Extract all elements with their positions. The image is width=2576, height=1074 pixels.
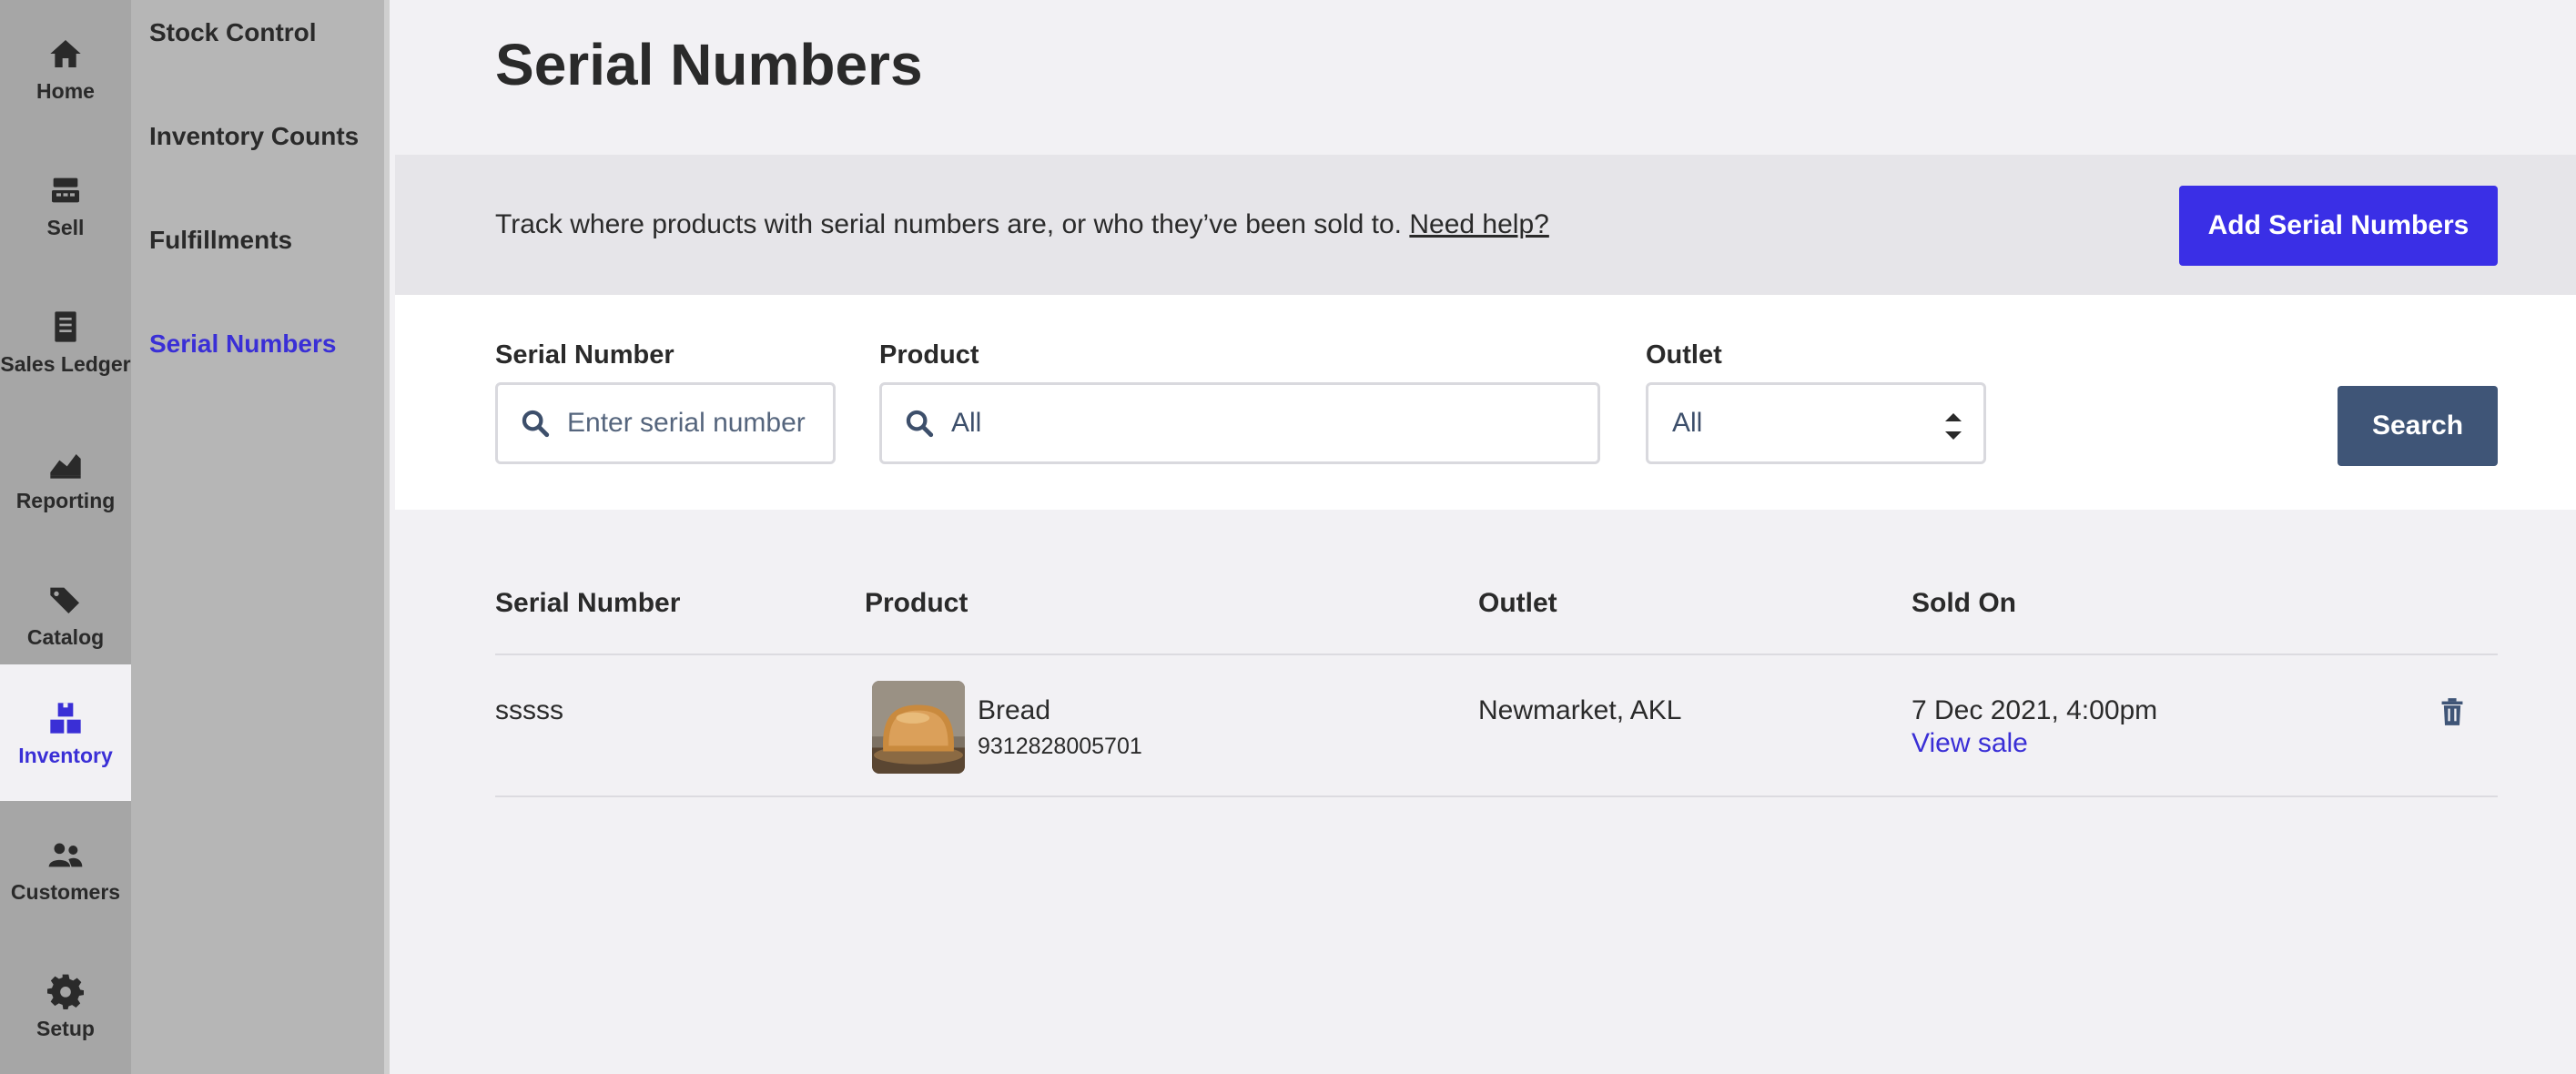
serial-number-cell: sssss — [495, 695, 563, 725]
subnav-item-inventory-counts[interactable]: Inventory Counts — [149, 122, 359, 151]
ledger-icon — [46, 307, 86, 347]
nav-label: Inventory — [18, 743, 113, 767]
subnav-item-stock-control[interactable]: Stock Control — [149, 18, 317, 47]
info-banner: Track where products with serial numbers… — [395, 155, 2576, 295]
nav-sell[interactable]: Sell — [0, 137, 131, 273]
chart-icon — [46, 443, 86, 483]
home-icon — [46, 34, 86, 74]
select-arrows-icon — [1945, 413, 1962, 440]
column-header-sold-on[interactable]: Sold On — [1912, 588, 2016, 619]
tags-icon — [46, 580, 86, 620]
nav-reporting[interactable]: Reporting — [0, 410, 131, 546]
nav-label: Home — [36, 78, 95, 103]
nav-sales-ledger[interactable]: Sales Ledger — [0, 273, 131, 410]
row-divider — [495, 795, 2498, 797]
outlet-value: All — [1672, 408, 1703, 438]
banner-text: Track where products with serial numbers… — [495, 209, 1549, 240]
sold-on-date: 7 Dec 2021, 4:00pm — [1912, 695, 2158, 725]
search-icon — [906, 410, 934, 438]
nav-setup[interactable]: Setup — [0, 937, 131, 1074]
product-name[interactable]: Bread — [978, 695, 1050, 726]
nav-customers[interactable]: Customers — [0, 801, 131, 937]
header-divider — [495, 654, 2498, 655]
search-icon — [522, 410, 550, 438]
add-serial-numbers-button[interactable]: Add Serial Numbers — [2179, 186, 2498, 266]
filter-panel: Serial Number Enter serial number Produc… — [395, 295, 2576, 510]
column-header-outlet[interactable]: Outlet — [1478, 588, 1557, 619]
nav-inventory[interactable]: Inventory — [0, 664, 131, 801]
outlet-select[interactable]: All — [1646, 382, 1986, 464]
search-button[interactable]: Search — [2338, 386, 2498, 466]
column-header-product[interactable]: Product — [865, 588, 968, 619]
primary-nav-rail: Home Sell Sales Ledger Reporting Catalog… — [0, 0, 131, 1074]
outlet-cell: Newmarket, AKL — [1478, 695, 1682, 725]
serial-number-input[interactable]: Enter serial number — [495, 382, 836, 464]
serial-number-placeholder: Enter serial number — [567, 408, 806, 438]
nav-label: Sales Ledger — [0, 351, 131, 376]
nav-label: Sell — [46, 215, 85, 239]
product-sku: 9312828005701 — [978, 734, 1142, 759]
inventory-subnav: Stock Control Inventory Counts Fulfillme… — [131, 0, 390, 1074]
product-search-input[interactable]: All — [879, 382, 1600, 464]
product-value: All — [951, 408, 982, 438]
product-thumbnail — [872, 681, 965, 774]
subnav-item-fulfillments[interactable]: Fulfillments — [149, 226, 292, 255]
outlet-label: Outlet — [1646, 340, 1722, 370]
need-help-link[interactable]: Need help? — [1409, 209, 1548, 239]
nav-catalog[interactable]: Catalog — [0, 546, 131, 683]
boxes-icon — [46, 698, 86, 738]
register-icon — [46, 170, 86, 210]
subnav-item-serial-numbers[interactable]: Serial Numbers — [149, 329, 336, 359]
column-header-serial-number[interactable]: Serial Number — [495, 588, 680, 619]
nav-label: Catalog — [26, 624, 105, 649]
page-title: Serial Numbers — [495, 32, 923, 97]
banner-description: Track where products with serial numbers… — [495, 209, 1403, 239]
nav-label: Reporting — [15, 488, 116, 512]
serial-number-label: Serial Number — [495, 340, 674, 370]
main-content: Serial Numbers Track where products with… — [395, 0, 2576, 1074]
trash-icon[interactable] — [2439, 697, 2465, 726]
nav-label: Customers — [10, 879, 121, 904]
gear-icon — [46, 971, 86, 1011]
people-icon — [46, 835, 86, 875]
nav-home[interactable]: Home — [0, 0, 131, 137]
product-label: Product — [879, 340, 979, 370]
nav-label: Setup — [36, 1016, 95, 1040]
view-sale-link[interactable]: View sale — [1912, 728, 2028, 759]
